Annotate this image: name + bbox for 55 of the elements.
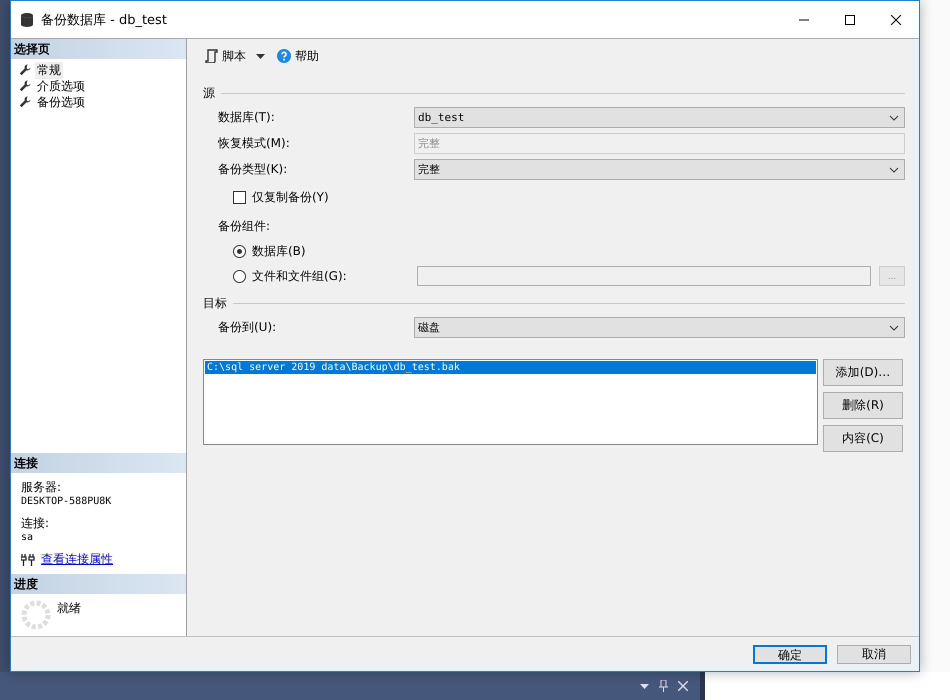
caret-icon	[256, 54, 265, 58]
caret-icon[interactable]	[640, 684, 649, 688]
checkbox-label: 仅复制备份(Y)	[252, 188, 329, 206]
field-label: 数据库(T):	[218, 109, 276, 126]
radio-button[interactable]	[233, 270, 246, 282]
radio-label: 数据库(B)	[252, 242, 306, 260]
dropdown[interactable]: 完整	[414, 159, 905, 180]
chevron-down-icon	[889, 114, 899, 120]
list-item[interactable]: C:\sql server 2019 data\Backup\db_test.bak	[205, 361, 816, 374]
field-label: 备份类型(K):	[218, 161, 288, 178]
section-heading: 选择页	[11, 39, 186, 59]
dropdown[interactable]: 磁盘	[414, 317, 905, 338]
page-item[interactable]: 介质选项	[35, 78, 87, 94]
file-field[interactable]	[417, 266, 871, 286]
page-item[interactable]: 常规	[35, 62, 63, 78]
radio-label: 文件和文件组(G):	[252, 268, 347, 284]
wrench-icon	[19, 96, 31, 108]
script-icon	[205, 49, 218, 63]
spinner-icon	[21, 600, 51, 630]
wrench-icon	[19, 64, 31, 76]
list-button[interactable]: 添加(D)…	[823, 359, 903, 386]
pin-icon[interactable]	[659, 680, 668, 692]
field-label: 恢复模式(M):	[218, 135, 291, 152]
section-heading: 连接	[11, 453, 186, 473]
list-button[interactable]: 删除(R)	[823, 392, 903, 419]
close-icon[interactable]	[678, 681, 688, 691]
section-heading: 源	[203, 85, 215, 102]
help-button[interactable]: 帮助	[275, 48, 321, 64]
group-label: 备份组件:	[218, 218, 270, 235]
list-button[interactable]: 内容(C)	[823, 425, 903, 452]
database-icon	[21, 12, 33, 26]
page-item[interactable]: 备份选项	[35, 94, 87, 110]
radio-button[interactable]	[233, 244, 246, 258]
dialog-button[interactable]: 取消	[837, 644, 911, 664]
status-text: 就绪	[57, 600, 81, 617]
info-label: 连接:	[21, 515, 50, 532]
field-label: 备份到(U):	[218, 319, 278, 336]
info-value: sa	[21, 532, 34, 543]
help-icon	[277, 49, 291, 63]
close-icon	[891, 14, 901, 24]
info-value: DESKTOP-588PU8K	[21, 496, 112, 507]
maximize-icon	[845, 14, 855, 24]
info-label: 服务器:	[21, 479, 62, 496]
checkbox[interactable]	[233, 190, 246, 204]
dialog-button[interactable]: 确定	[753, 644, 827, 664]
connection-properties-link[interactable]: 查看连接属性	[41, 551, 113, 568]
wrench-icon	[19, 80, 31, 92]
chevron-down-icon	[889, 324, 899, 330]
dropdown[interactable]: db_test	[414, 107, 905, 128]
script-button[interactable]: 脚本	[203, 48, 267, 64]
plug-icon	[21, 554, 35, 566]
section-heading: 目标	[203, 295, 227, 312]
section-heading: 进度	[11, 574, 186, 594]
chevron-down-icon	[889, 166, 899, 172]
window-title: 备份数据库 - db_test	[41, 12, 168, 28]
